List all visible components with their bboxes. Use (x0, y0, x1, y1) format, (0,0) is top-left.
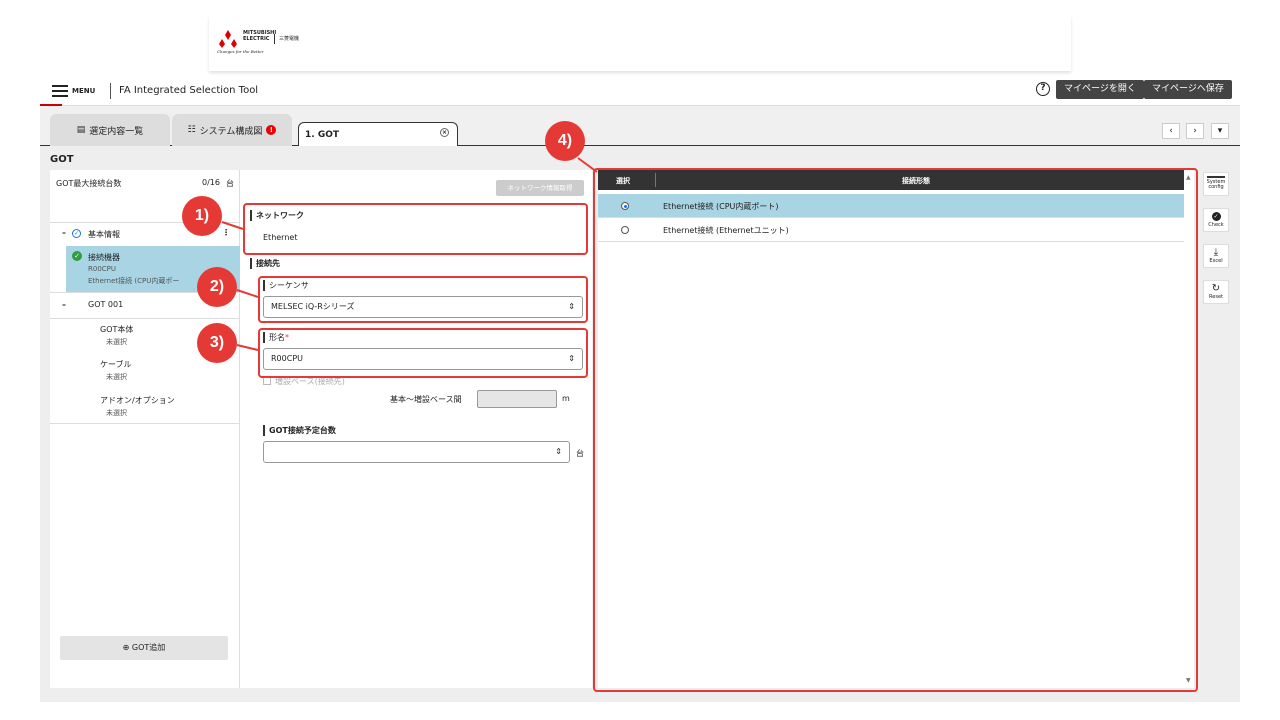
callout-arrows (221, 157, 598, 351)
